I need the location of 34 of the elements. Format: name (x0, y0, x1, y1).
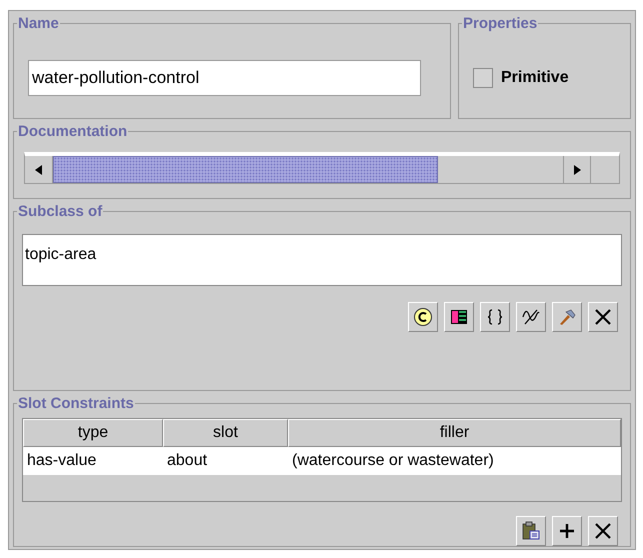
hammer-icon (557, 307, 577, 327)
braces-button[interactable] (480, 302, 510, 332)
delete-button[interactable] (588, 302, 618, 332)
list-button[interactable] (444, 302, 474, 332)
column-header[interactable]: type (23, 419, 163, 447)
class-button[interactable] (408, 302, 438, 332)
class-icon (413, 307, 433, 327)
scroll-right-arrow[interactable] (563, 156, 591, 183)
wave-button[interactable] (516, 302, 546, 332)
list-icon (449, 307, 469, 327)
delete-button[interactable] (588, 516, 618, 546)
wave-icon (521, 307, 541, 327)
delete-icon (593, 521, 613, 541)
hammer-button[interactable] (552, 302, 582, 332)
name-field[interactable]: water-pollution-control (28, 60, 421, 96)
column-header[interactable]: filler (288, 419, 621, 447)
left-arrow-icon (34, 164, 42, 174)
primitive-checkbox[interactable] (473, 68, 493, 88)
superclass-item[interactable]: topic-area (25, 243, 619, 267)
clipboard-icon (521, 521, 541, 541)
right-arrow-icon (573, 164, 581, 174)
superclass-list[interactable]: topic-area (22, 234, 622, 286)
braces-icon (485, 307, 505, 327)
column-header[interactable]: slot (163, 419, 288, 447)
primitive-label: Primitive (501, 68, 569, 88)
table-cell-text: (watercourse or wastewater) (291, 451, 495, 471)
delete-icon (593, 307, 613, 327)
plus-icon (557, 521, 577, 541)
clipboard-button[interactable] (516, 516, 546, 546)
group-title: Properties (462, 15, 538, 33)
plus-button[interactable] (552, 516, 582, 546)
scroll-thumb[interactable] (53, 156, 438, 183)
table-cell-text: about (166, 451, 208, 471)
table-cell-text: has-value (26, 451, 98, 471)
